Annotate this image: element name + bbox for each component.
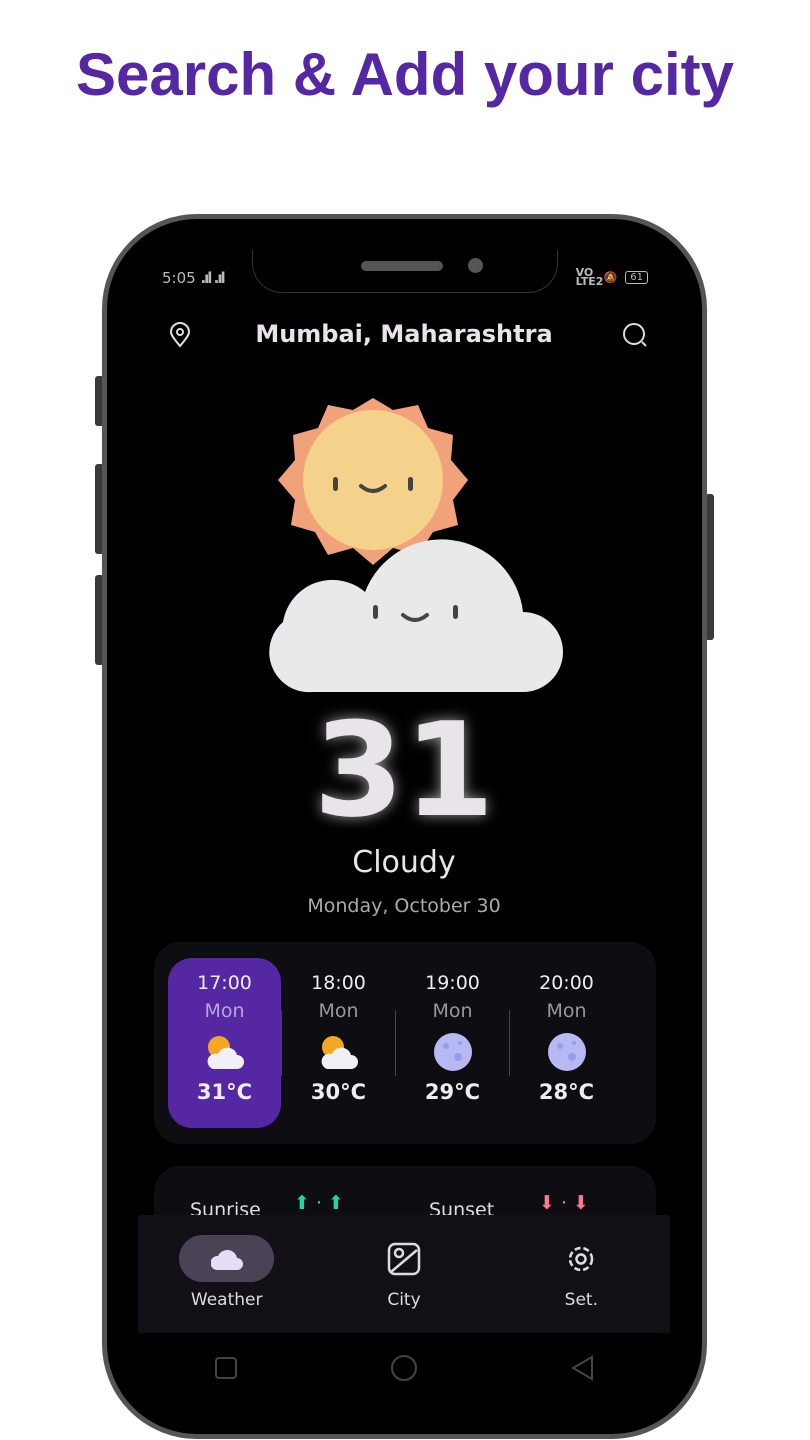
home-icon[interactable] [390, 1354, 418, 1382]
hour-temp: 28°C [538, 1080, 595, 1104]
camera [468, 258, 483, 273]
sunset-arrow-icon: ⬇ · ⬇ [539, 1192, 589, 1214]
nav-label: Set. [564, 1290, 598, 1310]
hour-temp: 29°C [424, 1080, 481, 1104]
hour-item[interactable]: 19:00 Mon 29°C [396, 958, 509, 1128]
header: Mumbai, Maharashtra [138, 320, 670, 350]
headline: Search & Add your city [76, 41, 734, 108]
hour-day: Mon [432, 1000, 473, 1022]
status-time: 5:05 .ıl .ıl [162, 269, 226, 287]
current-condition: Cloudy [352, 845, 456, 880]
city-title: Mumbai, Maharashtra [255, 320, 553, 348]
speaker [361, 261, 443, 271]
hour-item[interactable]: 17:00 Mon 31°C [168, 958, 281, 1128]
network-label: VO LTE2 [575, 266, 604, 288]
hour-time: 19:00 [425, 972, 480, 994]
nav-weather-pill [179, 1235, 275, 1282]
mute-icon: 🔕 [603, 270, 618, 284]
current-temperature: 31 [313, 694, 495, 846]
bottom-nav: Weather City Set. [138, 1215, 670, 1333]
notch [252, 250, 558, 293]
status-icons: VO LTE2 🔕 61 [575, 266, 648, 288]
cloud-icon [210, 1249, 243, 1270]
hour-day: Mon [204, 1000, 245, 1022]
hourly-forecast: 17:00 Mon 31°C 18:00 Mon 30°C 19:00 Mon 29°C 20:0… [154, 942, 656, 1144]
screen: 5:05 .ıl .ıl VO LTE2 🔕 61 Mumbai, Maharash… [138, 250, 670, 1402]
moon-icon [396, 1028, 509, 1076]
nav-settings[interactable]: Set. [493, 1215, 670, 1333]
hour-time: 20:00 [539, 972, 594, 994]
partly-cloudy-icon [168, 1028, 281, 1076]
current-date: Monday, October 30 [307, 895, 501, 917]
system-nav [138, 1333, 670, 1402]
hour-temp: 30°C [310, 1080, 367, 1104]
back-icon[interactable] [570, 1354, 594, 1381]
sunrise-arrow-icon: ⬆ · ⬆ [294, 1192, 344, 1214]
gear-icon [569, 1246, 594, 1271]
nav-label: Weather [190, 1290, 263, 1310]
nav-settings-pill [534, 1235, 629, 1282]
partly-cloudy-icon [282, 1028, 395, 1076]
time: 5:05 [162, 269, 196, 287]
nav-city-pill [356, 1235, 451, 1282]
hour-item[interactable]: 20:00 Mon 28°C [510, 958, 623, 1128]
hour-time: 18:00 [311, 972, 366, 994]
weather-illustration-icon [269, 398, 563, 693]
battery-icon: 61 [625, 270, 648, 284]
search-icon[interactable] [622, 322, 648, 348]
moon-icon [510, 1028, 623, 1076]
hour-day: Mon [318, 1000, 359, 1022]
recents-icon[interactable] [214, 1356, 238, 1380]
map-icon [387, 1242, 421, 1275]
hour-item[interactable]: 18:00 Mon 30°C [282, 958, 395, 1128]
hour-day: Mon [546, 1000, 587, 1022]
hour-temp: 31°C [196, 1080, 253, 1104]
hour-time: 17:00 [197, 972, 252, 994]
nav-city[interactable]: City [315, 1215, 492, 1333]
nav-weather[interactable]: Weather [138, 1215, 315, 1333]
nav-label: City [387, 1290, 421, 1310]
